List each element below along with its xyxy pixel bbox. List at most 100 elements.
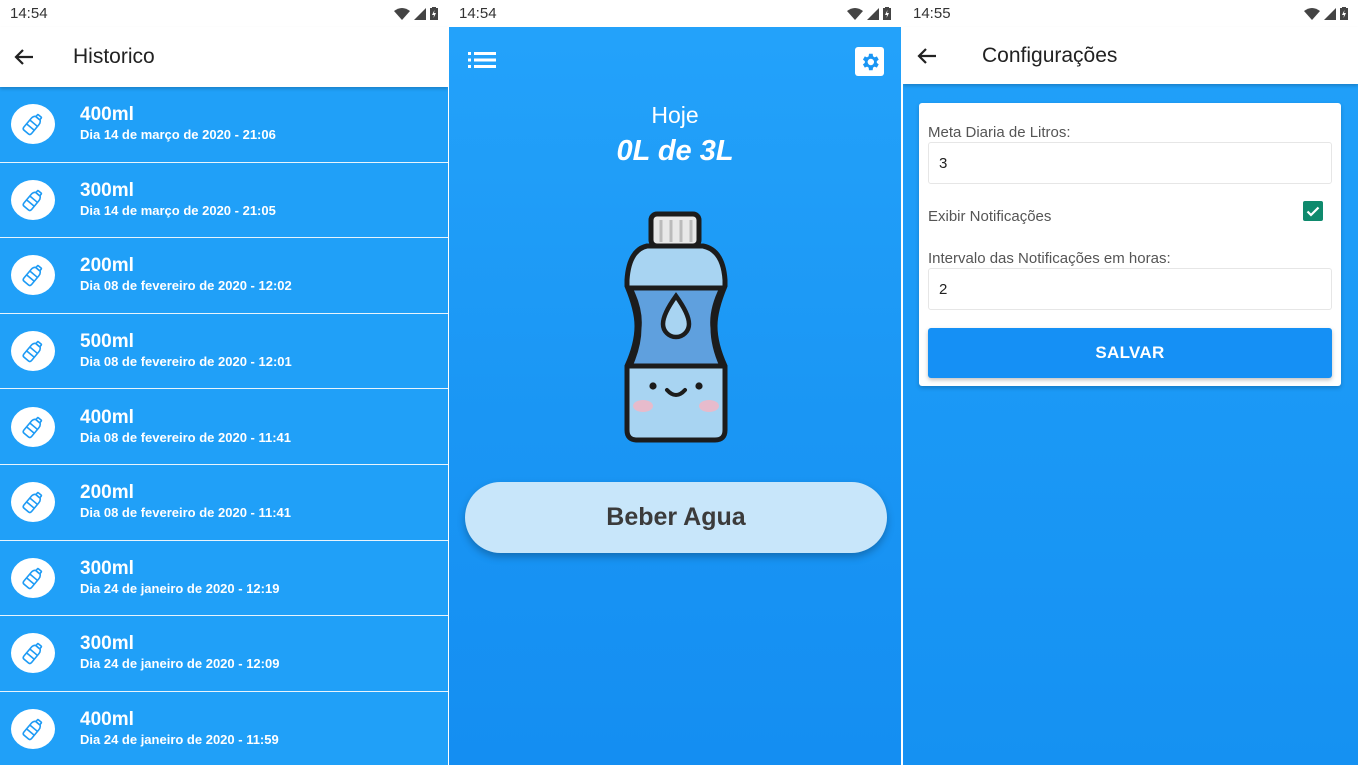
history-entry[interactable]: 200ml Dia 08 de fevereiro de 2020 - 12:02 bbox=[0, 238, 448, 314]
history-entry-date: Dia 08 de fevereiro de 2020 - 11:41 bbox=[80, 505, 292, 521]
status-time: 14:54 bbox=[459, 5, 497, 22]
signal-icon bbox=[414, 7, 426, 20]
status-time: 14:55 bbox=[913, 5, 951, 22]
status-bar: 14:55 bbox=[903, 0, 1358, 27]
history-screen: 14:54 Historico 400ml Dia 14 de março de … bbox=[0, 0, 448, 765]
status-icons bbox=[394, 7, 438, 20]
history-app-bar: Historico bbox=[0, 27, 448, 87]
bottle-icon-badge bbox=[11, 482, 55, 523]
history-entry-amount: 400ml bbox=[80, 406, 134, 428]
signal-icon bbox=[1324, 7, 1336, 20]
settings-screen: 14:55 Configurações Meta Diaria de Litro… bbox=[903, 0, 1358, 765]
menu-list-icon bbox=[468, 52, 496, 68]
status-bar: 14:54 bbox=[0, 0, 448, 27]
history-entry-amount: 500ml bbox=[80, 331, 134, 353]
notifications-label: Exibir Notificações bbox=[928, 208, 1052, 225]
history-entry-text: 400ml Dia 08 de fevereiro de 2020 - 11:41 bbox=[80, 407, 291, 447]
history-entry[interactable]: 200ml Dia 08 de fevereiro de 2020 - 11:41 bbox=[0, 464, 448, 541]
bottle-icon bbox=[22, 416, 43, 438]
bottle-icon bbox=[22, 643, 43, 665]
wifi-icon bbox=[1304, 7, 1320, 20]
battery-icon bbox=[430, 7, 438, 20]
bottle-icon bbox=[22, 492, 43, 514]
bottle-icon bbox=[22, 114, 43, 136]
history-entry-amount: 300ml bbox=[80, 557, 134, 579]
history-entry-amount: 400ml bbox=[80, 709, 134, 731]
history-entry-text: 200ml Dia 08 de fevereiro de 2020 - 11:41 bbox=[80, 482, 291, 522]
water-bottle-illustration bbox=[624, 211, 728, 443]
back-button[interactable] bbox=[12, 45, 36, 69]
bottle-icon-badge bbox=[11, 406, 55, 447]
settings-button[interactable] bbox=[855, 47, 884, 76]
bottle-icon-badge bbox=[11, 179, 55, 220]
history-entry-text: 500ml Dia 08 de fevereiro de 2020 - 12:01 bbox=[80, 331, 292, 371]
battery-icon bbox=[883, 7, 891, 20]
settings-app-bar: Configurações bbox=[903, 27, 1358, 84]
history-entry[interactable]: 400ml Dia 08 de fevereiro de 2020 - 11:41 bbox=[0, 389, 448, 465]
status-time: 14:54 bbox=[10, 5, 48, 22]
bottle-icon-badge bbox=[11, 709, 55, 750]
page-title: Configurações bbox=[982, 43, 1118, 67]
status-icons bbox=[1304, 7, 1348, 20]
bottle-icon-badge bbox=[11, 255, 55, 296]
history-entry-date: Dia 08 de fevereiro de 2020 - 12:01 bbox=[80, 354, 292, 370]
history-entry-text: 300ml Dia 24 de janeiro de 2020 - 12:09 bbox=[80, 633, 279, 673]
history-entry[interactable]: 300ml Dia 24 de janeiro de 2020 - 12:19 bbox=[0, 540, 448, 617]
bottle-icon bbox=[22, 340, 43, 363]
history-entry-text: 300ml Dia 14 de março de 2020 - 21:05 bbox=[80, 180, 276, 220]
goal-input[interactable]: 3 bbox=[928, 142, 1332, 184]
history-entry[interactable]: 500ml Dia 08 de fevereiro de 2020 - 12:01 bbox=[0, 313, 448, 390]
drink-water-button[interactable]: Beber Agua bbox=[465, 482, 887, 553]
back-button[interactable] bbox=[915, 44, 939, 68]
history-entry-date: Dia 24 de janeiro de 2020 - 12:19 bbox=[80, 580, 280, 596]
bottle-icon-badge bbox=[11, 633, 55, 674]
history-entry[interactable]: 300ml Dia 24 de janeiro de 2020 - 12:09 bbox=[0, 616, 448, 692]
home-toolbar bbox=[449, 27, 901, 97]
gear-icon bbox=[862, 53, 879, 70]
history-entry-text: 400ml Dia 14 de março de 2020 - 21:06 bbox=[80, 104, 276, 144]
bottle-icon-badge bbox=[11, 331, 55, 372]
bottle-icon bbox=[22, 189, 43, 212]
save-button[interactable]: SALVAR bbox=[928, 328, 1332, 378]
history-entry-date: Dia 24 de janeiro de 2020 - 12:09 bbox=[80, 656, 280, 672]
history-menu-button[interactable] bbox=[468, 51, 496, 74]
history-entry-amount: 400ml bbox=[80, 104, 134, 126]
notifications-checkbox[interactable] bbox=[1303, 201, 1323, 221]
bottle-icon bbox=[22, 567, 43, 590]
today-label: Hoje bbox=[651, 102, 699, 128]
signal-icon bbox=[867, 7, 879, 20]
history-entry-date: Dia 24 de janeiro de 2020 - 11:59 bbox=[80, 732, 279, 748]
page-title: Historico bbox=[73, 45, 155, 68]
history-entry-date: Dia 14 de março de 2020 - 21:06 bbox=[80, 127, 276, 143]
history-entry-text: 300ml Dia 24 de janeiro de 2020 - 12:19 bbox=[80, 558, 279, 598]
status-icons bbox=[847, 7, 891, 20]
history-entry-text: 200ml Dia 08 de fevereiro de 2020 - 12:02 bbox=[80, 255, 292, 295]
history-entry-date: Dia 08 de fevereiro de 2020 - 11:41 bbox=[80, 429, 292, 445]
history-entry-amount: 300ml bbox=[80, 179, 134, 201]
interval-label: Intervalo das Notificações em horas: bbox=[928, 250, 1171, 267]
today-progress: 0L de 3L bbox=[616, 135, 734, 167]
history-entry[interactable]: 400ml Dia 24 de janeiro de 2020 - 11:59 bbox=[0, 691, 448, 765]
history-entry-amount: 200ml bbox=[80, 255, 134, 277]
interval-input[interactable]: 2 bbox=[928, 268, 1332, 310]
battery-icon bbox=[1340, 7, 1348, 20]
wifi-icon bbox=[847, 7, 863, 20]
check-icon bbox=[1306, 206, 1320, 217]
arrow-back-icon bbox=[917, 47, 936, 64]
history-entry[interactable]: 300ml Dia 14 de março de 2020 - 21:05 bbox=[0, 162, 448, 239]
history-entry[interactable]: 400ml Dia 14 de março de 2020 - 21:06 bbox=[0, 87, 448, 163]
history-entry-date: Dia 08 de fevereiro de 2020 - 12:02 bbox=[80, 278, 292, 294]
status-bar: 14:54 bbox=[449, 0, 901, 27]
bottle-icon-badge bbox=[11, 104, 55, 145]
goal-label: Meta Diaria de Litros: bbox=[928, 124, 1071, 141]
history-list: 400ml Dia 14 de março de 2020 - 21:06 300m… bbox=[0, 87, 448, 765]
history-entry-amount: 200ml bbox=[80, 482, 134, 504]
home-screen: 14:54 Hoje 0L de 3L Beber Agua bbox=[449, 0, 901, 765]
bottle-icon bbox=[22, 265, 43, 287]
history-entry-date: Dia 14 de março de 2020 - 21:05 bbox=[80, 202, 276, 218]
bottle-icon bbox=[22, 718, 43, 741]
history-entry-text: 400ml Dia 24 de janeiro de 2020 - 11:59 bbox=[80, 709, 279, 749]
history-entry-amount: 300ml bbox=[80, 633, 134, 655]
bottle-icon-badge bbox=[11, 557, 55, 598]
wifi-icon bbox=[394, 7, 410, 20]
